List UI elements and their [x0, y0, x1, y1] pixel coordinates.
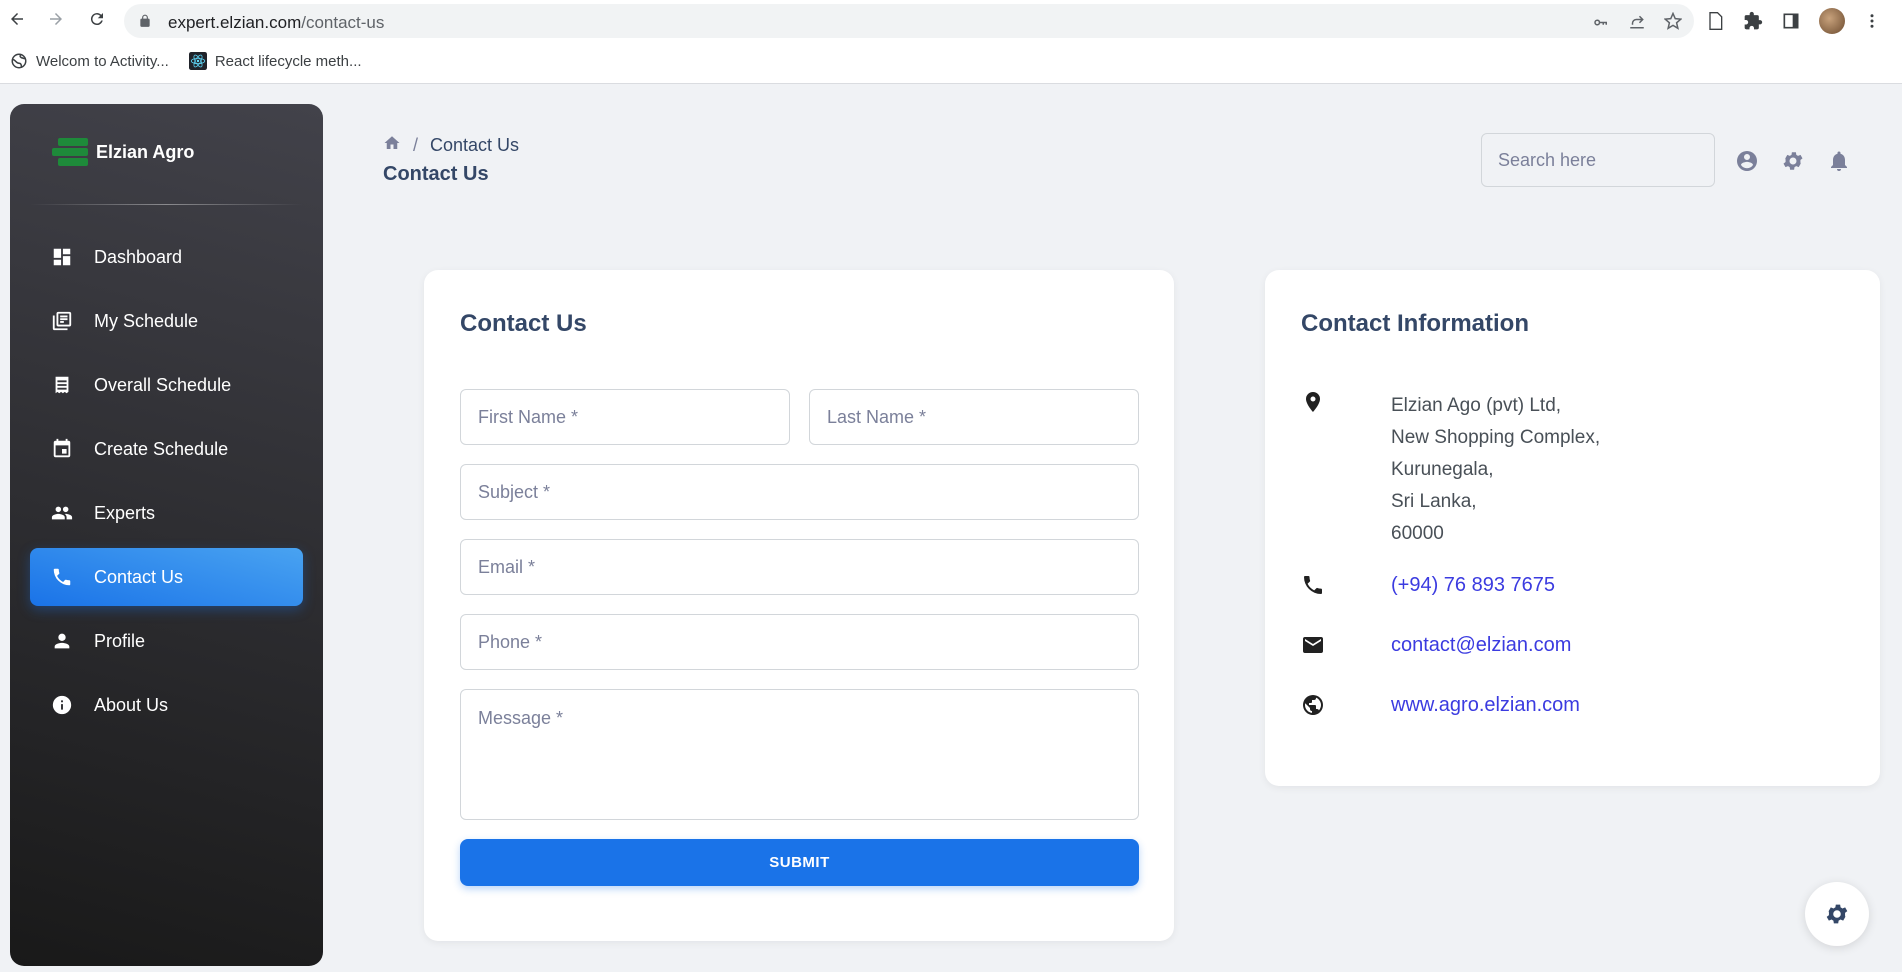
arrow-right-icon [50, 13, 62, 25]
phone-icon [50, 565, 74, 589]
kebab-menu-icon[interactable] [1863, 11, 1881, 31]
location-pin-icon [1301, 390, 1325, 414]
sidebar-item-create-schedule[interactable]: Create Schedule [30, 420, 303, 478]
people-icon [50, 501, 74, 525]
sidebar-item-label: Experts [94, 502, 156, 523]
phone-link[interactable]: (+94) 76 893 7675 [1391, 573, 1555, 597]
website-link[interactable]: www.agro.elzian.com [1391, 693, 1580, 717]
sidebar-item-profile[interactable]: Profile [30, 612, 303, 670]
contact-info-card: Contact Information Elzian Ago (pvt) Ltd… [1265, 270, 1880, 786]
key-icon[interactable] [1592, 12, 1610, 30]
sidebar-item-my-schedule[interactable]: My Schedule [30, 292, 303, 350]
contact-form-card: Contact Us First Name * Last Name * Subj… [424, 270, 1174, 941]
breadcrumb-current: Contact Us [430, 135, 520, 155]
brand[interactable]: Elzian Agro [52, 134, 194, 170]
configurator-button[interactable] [1805, 882, 1869, 946]
forward-button[interactable] [45, 8, 67, 30]
address-row: Elzian Ago (pvt) Ltd, New Shopping Compl… [1301, 390, 1600, 550]
star-icon[interactable] [1664, 12, 1682, 30]
sidebar-item-experts[interactable]: Experts [30, 484, 303, 542]
message-field[interactable]: Message * [460, 689, 1139, 820]
address-line: Elzian Ago (pvt) Ltd, [1391, 395, 1562, 416]
submit-button[interactable]: SUBMIT [460, 839, 1139, 886]
first-name-field[interactable]: First Name * [460, 389, 790, 445]
sidepanel-icon[interactable] [1781, 11, 1801, 31]
bookmark-item[interactable]: Welcom to Activity... [10, 52, 169, 70]
subject-field[interactable]: Subject * [460, 464, 1139, 520]
info-title: Contact Information [1301, 310, 1529, 337]
calendar-icon [50, 437, 74, 461]
sidebar-item-label: My Schedule [94, 310, 199, 331]
sidebar-item-label: About Us [94, 694, 169, 715]
brand-logo-icon [52, 134, 88, 170]
sidebar-item-label: Create Schedule [94, 438, 229, 459]
brand-title: Elzian Agro [96, 141, 195, 162]
url-path: /contact-us [301, 13, 385, 32]
sidebar-divider [30, 204, 303, 205]
email-row: contact@elzian.com [1301, 633, 1571, 657]
address-line: 60000 [1391, 523, 1444, 544]
info-icon [50, 693, 74, 717]
phone-icon [1301, 573, 1325, 597]
gear-icon [1826, 904, 1848, 924]
globe-icon [11, 53, 27, 69]
sidebar-item-contact-us[interactable]: Contact Us [30, 548, 303, 606]
reload-icon [90, 13, 103, 26]
email-link[interactable]: contact@elzian.com [1391, 633, 1571, 657]
sidebar-item-label: Contact Us [94, 566, 184, 587]
phone-row: (+94) 76 893 7675 [1301, 573, 1555, 597]
home-icon[interactable] [383, 134, 401, 157]
globe-icon [1301, 693, 1325, 717]
react-icon [188, 52, 207, 70]
mail-icon [1301, 633, 1325, 657]
sidebar-item-label: Dashboard [94, 246, 183, 267]
address-line: Kurunegala, [1391, 459, 1494, 480]
sidebar-item-overall-schedule[interactable]: Overall Schedule [30, 356, 303, 414]
sidebar-item-dashboard[interactable]: Dashboard [30, 228, 303, 286]
back-button[interactable] [6, 8, 28, 30]
browser-avatar[interactable] [1819, 8, 1845, 34]
schedule-icon [50, 309, 74, 333]
navbar-icons [1735, 149, 1851, 173]
dashboard-icon [50, 245, 74, 269]
address-line: Sri Lanka, [1391, 491, 1477, 512]
address-bar[interactable]: expert.elzian.com/contact-us [124, 4, 1694, 38]
sidebar-item-about-us[interactable]: About Us [30, 676, 303, 734]
arrow-left-icon [11, 13, 23, 25]
bookmark-label: Welcom to Activity... [36, 52, 169, 70]
account-circle-icon[interactable] [1735, 149, 1759, 173]
reload-button[interactable] [86, 8, 108, 30]
search-input[interactable] [1481, 133, 1715, 187]
sidebar: Elzian Agro Dashboard My Schedule Overal… [10, 104, 323, 966]
breadcrumb-separator: / [413, 135, 419, 155]
receipt-icon [50, 373, 74, 397]
last-name-field[interactable]: Last Name * [809, 389, 1139, 445]
url-text: expert.elzian.com/contact-us [168, 13, 384, 33]
bookmark-label: React lifecycle meth... [214, 52, 362, 70]
person-icon [50, 629, 74, 653]
website-row: www.agro.elzian.com [1301, 693, 1580, 717]
form-title: Contact Us [460, 310, 587, 337]
address-line: New Shopping Complex, [1391, 427, 1601, 448]
sidebar-item-label: Profile [94, 630, 146, 651]
lock-icon [140, 14, 150, 27]
email-field[interactable]: Email * [460, 539, 1139, 595]
share-icon[interactable] [1628, 12, 1646, 30]
sidebar-menu: Dashboard My Schedule Overall Schedule C… [30, 228, 303, 740]
browser-chrome: expert.elzian.com/contact-us Welcom to A… [0, 0, 1902, 84]
url-host: expert.elzian.com [168, 13, 302, 32]
page-title: Contact Us [383, 163, 489, 185]
bell-icon[interactable] [1827, 149, 1851, 173]
breadcrumb: / Contact Us [383, 134, 519, 157]
bookmark-item[interactable]: React lifecycle meth... [188, 52, 362, 70]
gear-icon[interactable] [1781, 149, 1805, 173]
phone-field[interactable]: Phone * [460, 614, 1139, 670]
sidebar-item-label: Overall Schedule [94, 374, 232, 395]
document-icon[interactable] [1705, 11, 1725, 31]
address-text: Elzian Ago (pvt) Ltd, New Shopping Compl… [1391, 390, 1600, 550]
bookmarks-bar: Welcom to Activity... React lifecycle me… [0, 46, 362, 76]
puzzle-icon[interactable] [1743, 11, 1763, 31]
